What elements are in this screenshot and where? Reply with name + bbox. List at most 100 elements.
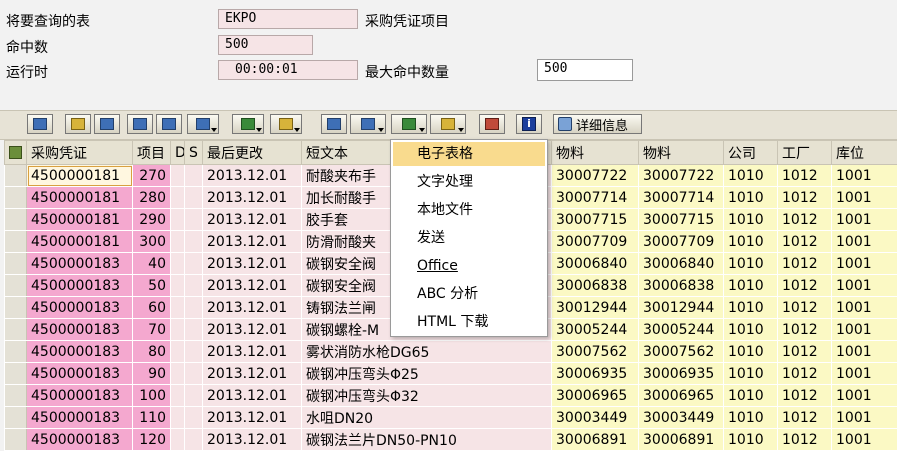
table-cell[interactable] xyxy=(171,275,185,297)
table-cell[interactable]: 1010 xyxy=(724,407,778,429)
table-cell[interactable]: 30007722 xyxy=(552,165,639,187)
column-header[interactable]: 公司 xyxy=(724,141,778,165)
table-cell[interactable] xyxy=(171,363,185,385)
table-cell[interactable]: 1001 xyxy=(832,407,897,429)
table-cell[interactable]: 1012 xyxy=(778,429,832,451)
table-cell[interactable] xyxy=(185,275,203,297)
table-cell[interactable]: 1012 xyxy=(778,187,832,209)
table-cell[interactable]: 4500000183 xyxy=(27,407,133,429)
table-cell[interactable] xyxy=(171,319,185,341)
table-cell[interactable]: 90 xyxy=(133,363,171,385)
sum-button[interactable] xyxy=(232,114,264,134)
table-cell[interactable]: 2013.12.01 xyxy=(203,187,302,209)
max-hits-input[interactable]: 500 xyxy=(537,59,633,81)
table-row[interactable]: 4500000183802013.12.01雾状消防水枪DG6530007562… xyxy=(5,341,897,363)
table-cell[interactable]: 1010 xyxy=(724,253,778,275)
table-row[interactable]: 45000001831202013.12.01碳钢法兰片DN50-PN10300… xyxy=(5,429,897,451)
table-cell[interactable]: 4500000183 xyxy=(27,429,133,451)
table-cell[interactable]: 1010 xyxy=(724,363,778,385)
row-selector[interactable] xyxy=(5,275,27,297)
table-cell[interactable] xyxy=(171,429,185,451)
table-cell[interactable]: 30007562 xyxy=(552,341,639,363)
row-selector[interactable] xyxy=(5,429,27,451)
table-cell[interactable]: 1012 xyxy=(778,231,832,253)
table-cell[interactable]: 1010 xyxy=(724,341,778,363)
table-cell[interactable]: 30012944 xyxy=(552,297,639,319)
table-cell[interactable]: 1012 xyxy=(778,165,832,187)
table-cell[interactable]: 4500000183 xyxy=(27,363,133,385)
table-cell[interactable]: 30007722 xyxy=(639,165,724,187)
row-selector[interactable] xyxy=(5,385,27,407)
table-cell[interactable]: 280 xyxy=(133,187,171,209)
table-cell[interactable]: 80 xyxy=(133,341,171,363)
table-cell[interactable] xyxy=(171,209,185,231)
table-cell[interactable]: 1012 xyxy=(778,319,832,341)
column-header[interactable]: 工厂 xyxy=(778,141,832,165)
column-header[interactable]: 最后更改 xyxy=(203,141,302,165)
filter-button[interactable] xyxy=(94,114,120,134)
row-selector[interactable] xyxy=(5,187,27,209)
table-cell[interactable]: 1001 xyxy=(832,429,897,451)
table-cell[interactable] xyxy=(185,253,203,275)
table-cell[interactable]: 1010 xyxy=(724,187,778,209)
table-cell[interactable]: 2013.12.01 xyxy=(203,319,302,341)
menu-item-word-processing[interactable]: 文字处理 xyxy=(391,168,547,196)
table-cell[interactable]: 1001 xyxy=(832,165,897,187)
find-next-button[interactable] xyxy=(156,114,182,134)
table-cell[interactable]: 30007715 xyxy=(552,209,639,231)
table-cell[interactable]: 30007562 xyxy=(639,341,724,363)
table-cell[interactable]: 1012 xyxy=(778,209,832,231)
table-cell[interactable] xyxy=(185,297,203,319)
table-cell[interactable]: 1001 xyxy=(832,341,897,363)
table-cell[interactable]: 1010 xyxy=(724,275,778,297)
table-cell[interactable]: 4500000183 xyxy=(27,341,133,363)
table-cell[interactable]: 30006935 xyxy=(639,363,724,385)
table-cell[interactable] xyxy=(185,187,203,209)
column-header[interactable]: S xyxy=(185,141,203,165)
table-cell[interactable]: 1012 xyxy=(778,385,832,407)
table-cell[interactable]: 2013.12.01 xyxy=(203,165,302,187)
row-selector[interactable] xyxy=(5,165,27,187)
table-cell[interactable]: 120 xyxy=(133,429,171,451)
menu-item-office[interactable]: Office xyxy=(391,252,547,280)
table-cell[interactable] xyxy=(185,385,203,407)
table-row[interactable]: 45000001831102013.12.01水咀DN2030003449300… xyxy=(5,407,897,429)
table-cell[interactable]: 110 xyxy=(133,407,171,429)
row-selector[interactable] xyxy=(5,407,27,429)
table-cell[interactable] xyxy=(171,385,185,407)
table-cell[interactable]: 30006935 xyxy=(552,363,639,385)
table-cell[interactable]: 1010 xyxy=(724,385,778,407)
table-cell[interactable]: 1001 xyxy=(832,209,897,231)
table-cell[interactable]: 2013.12.01 xyxy=(203,253,302,275)
menu-item-abc-analysis[interactable]: ABC 分析 xyxy=(391,280,547,308)
table-cell[interactable]: 1012 xyxy=(778,407,832,429)
table-cell[interactable]: 1001 xyxy=(832,253,897,275)
table-cell[interactable] xyxy=(171,253,185,275)
table-cell[interactable]: 290 xyxy=(133,209,171,231)
row-selector[interactable] xyxy=(5,231,27,253)
table-cell[interactable]: 1012 xyxy=(778,341,832,363)
detail-info-button[interactable]: 详细信息 xyxy=(553,114,642,134)
column-header[interactable]: D xyxy=(171,141,185,165)
table-cell[interactable]: 30007714 xyxy=(639,187,724,209)
table-cell[interactable]: 40 xyxy=(133,253,171,275)
table-cell[interactable]: 30006838 xyxy=(639,275,724,297)
find-button[interactable] xyxy=(127,114,153,134)
table-cell[interactable]: 50 xyxy=(133,275,171,297)
views-button[interactable] xyxy=(350,114,386,134)
row-selector[interactable] xyxy=(5,297,27,319)
table-cell[interactable]: 4500000181 xyxy=(27,209,133,231)
table-cell[interactable]: 4500000181 xyxy=(27,231,133,253)
table-cell[interactable] xyxy=(185,209,203,231)
table-cell[interactable]: 2013.12.01 xyxy=(203,363,302,385)
table-cell[interactable] xyxy=(171,407,185,429)
table-cell[interactable]: 2013.12.01 xyxy=(203,297,302,319)
table-cell[interactable]: 1010 xyxy=(724,231,778,253)
menu-item-spreadsheet[interactable]: 电子表格 xyxy=(393,142,545,166)
table-cell[interactable]: 2013.12.01 xyxy=(203,231,302,253)
table-cell[interactable]: 1012 xyxy=(778,275,832,297)
table-cell[interactable]: 2013.12.01 xyxy=(203,275,302,297)
column-header[interactable]: 物料 xyxy=(552,141,639,165)
table-cell[interactable]: 1010 xyxy=(724,319,778,341)
table-cell[interactable]: 1001 xyxy=(832,187,897,209)
